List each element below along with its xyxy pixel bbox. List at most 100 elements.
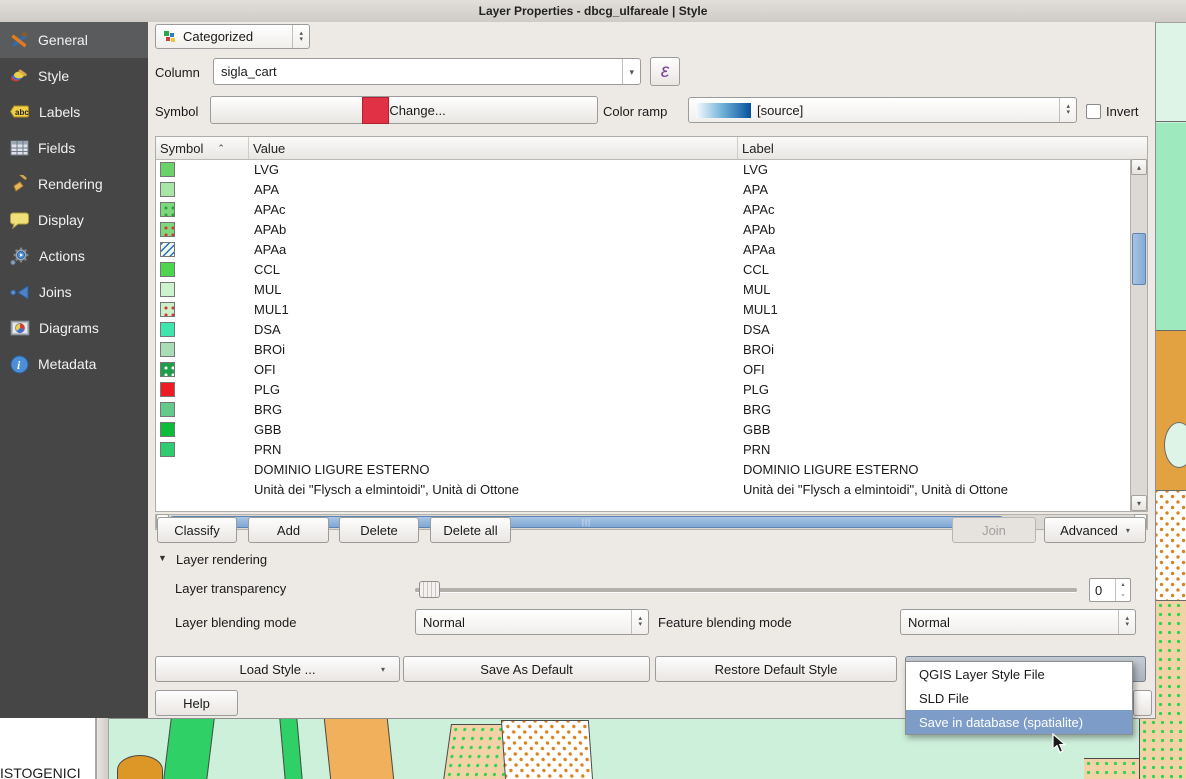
table-row[interactable]: PLGPLG: [156, 379, 1130, 399]
table-row[interactable]: MULMUL: [156, 279, 1130, 299]
table-row[interactable]: DOMINIO LIGURE ESTERNODOMINIO LIGURE EST…: [156, 459, 1130, 479]
scroll-down-icon[interactable]: ▾: [1131, 495, 1147, 511]
save-as-default-button[interactable]: Save As Default: [403, 656, 650, 682]
category-symbol-swatch[interactable]: [160, 262, 175, 277]
table-row[interactable]: GBBGBB: [156, 419, 1130, 439]
delete-label: Delete: [360, 523, 398, 538]
table-row[interactable]: BROiBROi: [156, 339, 1130, 359]
spin-up-icon[interactable]: ▴: [1116, 579, 1130, 590]
invert-checkbox[interactable]: [1086, 104, 1101, 119]
partially-hidden-button[interactable]: [1133, 690, 1152, 716]
restore-default-style-button[interactable]: Restore Default Style: [655, 656, 897, 682]
sidebar-item-metadata[interactable]: i Metadata: [0, 346, 148, 382]
column-label: Column: [155, 65, 200, 80]
sidebar-item-display[interactable]: Display: [0, 202, 148, 238]
sidebar-item-label: Actions: [39, 248, 85, 264]
sidebar-item-diagrams[interactable]: Diagrams: [0, 310, 148, 346]
transparency-slider-track[interactable]: [415, 588, 1077, 593]
column-combo[interactable]: sigla_cart ▾: [213, 58, 641, 85]
table-row[interactable]: OFIOFI: [156, 359, 1130, 379]
column-header-symbol[interactable]: Symbol ⌃: [156, 137, 249, 159]
symbol-cell: [156, 402, 249, 417]
column-header-label: Symbol: [160, 141, 203, 156]
table-row[interactable]: CCLCCL: [156, 259, 1130, 279]
layer-blending-combo[interactable]: Normal ▴▾: [415, 609, 649, 635]
table-row[interactable]: APAbAPAb: [156, 219, 1130, 239]
map-canvas-right-strip: [1156, 22, 1186, 779]
label-tag-icon: abc: [10, 104, 30, 120]
category-symbol-swatch[interactable]: [160, 322, 175, 337]
table-row[interactable]: DSADSA: [156, 319, 1130, 339]
category-symbol-swatch[interactable]: [160, 422, 175, 437]
sidebar-item-labels[interactable]: abc Labels: [0, 94, 148, 130]
category-label: PLG: [738, 382, 1130, 397]
menu-item-save-in-database[interactable]: Save in database (spatialite): [906, 710, 1132, 734]
category-symbol-swatch[interactable]: [160, 222, 175, 237]
sidebar-item-joins[interactable]: Joins: [0, 274, 148, 310]
renderer-type-value: Categorized: [183, 29, 253, 44]
sidebar-item-rendering[interactable]: Rendering: [0, 166, 148, 202]
category-symbol-swatch[interactable]: [160, 402, 175, 417]
help-button[interactable]: Help: [155, 690, 238, 716]
window-titlebar[interactable]: Layer Properties - dbcg_ulfareale | Styl…: [0, 0, 1186, 23]
category-symbol-swatch[interactable]: [160, 442, 175, 457]
expression-builder-button[interactable]: ε: [650, 57, 680, 86]
sidebar-item-style[interactable]: Style: [0, 58, 148, 94]
table-row[interactable]: APAaAPAa: [156, 239, 1130, 259]
category-symbol-swatch[interactable]: [160, 182, 175, 197]
table-icon: [10, 140, 29, 156]
category-symbol-swatch[interactable]: [160, 342, 175, 357]
menu-item-sld-file[interactable]: SLD File: [906, 686, 1132, 710]
change-symbol-button[interactable]: Change...: [210, 96, 598, 124]
transparency-value: 0: [1090, 583, 1115, 598]
feature-blending-combo[interactable]: Normal ▴▾: [900, 609, 1136, 635]
combo-spinner-icon: ▴▾: [1059, 98, 1076, 122]
vertical-scroll-thumb[interactable]: [1132, 233, 1146, 285]
category-symbol-swatch[interactable]: [160, 382, 175, 397]
color-ramp-combo[interactable]: [source] ▴▾: [688, 97, 1077, 123]
table-row[interactable]: APAAPA: [156, 179, 1130, 199]
sidebar-item-actions[interactable]: Actions: [0, 238, 148, 274]
sidebar-item-general[interactable]: General: [0, 22, 148, 58]
renderer-type-combo[interactable]: Categorized ▴▾: [155, 24, 310, 49]
category-value: MUL1: [249, 302, 738, 317]
collapse-triangle-icon[interactable]: ▼: [158, 553, 167, 563]
column-header-label-col[interactable]: Label: [738, 137, 1130, 159]
column-header-value[interactable]: Value: [249, 137, 738, 159]
symbol-cell: [156, 182, 249, 197]
join-button: Join: [952, 517, 1036, 543]
table-vertical-scrollbar[interactable]: ▴ ▾: [1130, 159, 1147, 511]
classify-button[interactable]: Classify: [157, 517, 237, 543]
category-symbol-swatch[interactable]: [160, 362, 175, 377]
category-value: LVG: [249, 162, 738, 177]
table-row[interactable]: BRGBRG: [156, 399, 1130, 419]
category-symbol-swatch[interactable]: [160, 162, 175, 177]
spinbox-arrows[interactable]: ▴▾: [1115, 579, 1130, 601]
table-row[interactable]: APAcAPAc: [156, 199, 1130, 219]
delete-button[interactable]: Delete: [339, 517, 419, 543]
load-style-button[interactable]: Load Style ... ▾: [155, 656, 400, 682]
category-symbol-swatch[interactable]: [160, 202, 175, 217]
transparency-slider-handle[interactable]: [419, 581, 440, 598]
sidebar-item-fields[interactable]: Fields: [0, 130, 148, 166]
classify-label: Classify: [174, 523, 220, 538]
category-value: GBB: [249, 422, 738, 437]
screen: ISTOGENICI Layer Properties - dbcg_ulfar…: [0, 0, 1186, 779]
map-polygon: [163, 718, 215, 779]
table-row[interactable]: PRNPRN: [156, 439, 1130, 459]
category-symbol-swatch[interactable]: [160, 242, 175, 257]
transparency-spinbox[interactable]: 0 ▴▾: [1089, 578, 1131, 602]
add-button[interactable]: Add: [248, 517, 329, 543]
category-symbol-swatch[interactable]: [160, 302, 175, 317]
map-polygon: [1139, 718, 1186, 779]
category-symbol-swatch[interactable]: [160, 282, 175, 297]
spin-down-icon[interactable]: ▾: [1116, 590, 1130, 601]
advanced-button[interactable]: Advanced ▾: [1044, 517, 1146, 543]
panel-scrollbar[interactable]: [96, 718, 109, 779]
table-row[interactable]: LVGLVG: [156, 159, 1130, 179]
menu-item-qgis-layer-style-file[interactable]: QGIS Layer Style File: [906, 662, 1132, 686]
delete-all-button[interactable]: Delete all: [430, 517, 511, 543]
scroll-up-icon[interactable]: ▴: [1131, 159, 1147, 175]
table-row[interactable]: Unità dei "Flysch a elmintoidi", Unità d…: [156, 479, 1130, 499]
table-row[interactable]: MUL1MUL1: [156, 299, 1130, 319]
